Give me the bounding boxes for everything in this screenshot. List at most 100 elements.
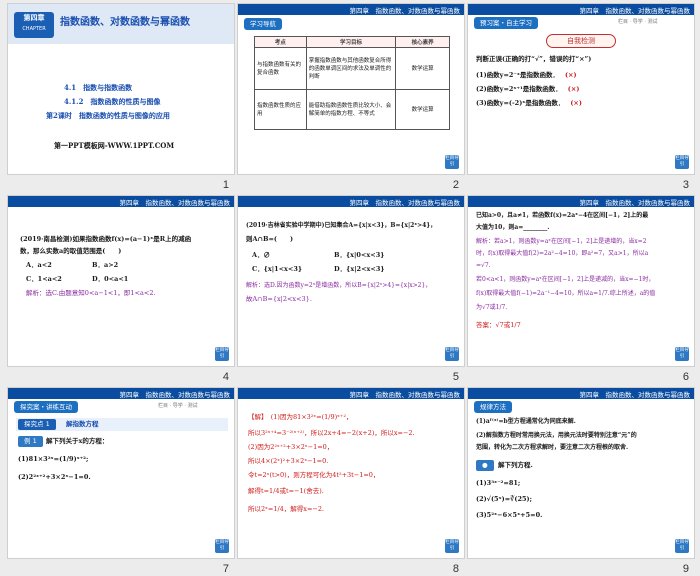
solution-line: 为√7或1/7.: [476, 304, 508, 311]
slide-thumbnail-9[interactable]: 第四章 指数函数、对数函数与幂函数 规律方法 (1)aᶠ⁽ˣ⁾=b型方程通常化为…: [467, 387, 695, 575]
problem-line-1: (2019·南昌检测)如果指数函数f(x)=(a−1)ˣ是R上的减函: [20, 235, 192, 243]
solution-line-2: 故A∩B={x|2<x<3}.: [246, 295, 312, 303]
section-tag: 探究案・讲练互动: [14, 401, 78, 413]
example-label: 例 1: [18, 436, 43, 447]
solution-line: 所以3²ˣ⁺⁴=3⁻²⁽ˣ⁺²⁾，所以2x+4=−2(x+2)，所以x=−2.: [248, 429, 415, 437]
solution-line: =√7.: [476, 262, 491, 269]
option-b: B．a>2: [92, 261, 119, 269]
option-a: A．a<2: [26, 261, 52, 269]
slide-header-bar: 第四章 指数函数、对数函数与幂函数: [468, 388, 694, 399]
list-item: (3)函数y=(-2)ˣ是指数函数． (×): [476, 98, 582, 109]
chapter-badge-cn: 第四章: [23, 14, 45, 22]
solution-text: 解析：选C.由题意知0<a−1<1，即1<a<2.: [26, 289, 156, 297]
item-text: (1)函数y=2⁻ˣ是指数函数．: [476, 71, 559, 79]
solution-line: 解析：若a>1，则函数y=aˣ在区间[−1，2]上是递增的，当x=2: [476, 238, 647, 245]
slide-thumbnail-5[interactable]: 第四章 指数函数、对数函数与幂函数 (2019·吉林省实验中学期中)已知集合A=…: [237, 195, 465, 383]
slide-number: 8: [452, 563, 459, 575]
slide-thumbnail-2[interactable]: 第四章 指数函数、对数函数与幂函数 学习导航 考点 学习目标 核心素养 与指数函…: [237, 3, 465, 191]
nav-corner-button[interactable]: 栏目导引: [215, 539, 229, 553]
slide-number: 3: [682, 179, 689, 191]
solution-line: f(x)取得最大值f(−1)=2a⁻¹−4=10，所以a=1/7.综上所述，a的…: [476, 290, 656, 297]
problem-line-2: 则A∩B=( ): [246, 235, 294, 243]
option-c: C．{x|1<x<3}: [252, 265, 303, 273]
option-b: B．{x|0<x<3}: [334, 251, 385, 259]
slide-thumbnail-7[interactable]: 第四章 指数函数、对数函数与幂函数 探究案・讲练互动 栏目 · 导学 · 测试 …: [7, 387, 235, 575]
slide-number: 7: [222, 563, 229, 575]
sub-nav: 栏目 · 导学 · 测试: [158, 403, 198, 409]
answer-line: 答案：√7或1/7: [476, 321, 521, 329]
chapter-badge: 第四章 CHAPTER: [14, 12, 54, 38]
nav-corner-button[interactable]: 栏目导引: [675, 155, 689, 169]
solution-line: 所以4×(2ˣ)²+3×2ˣ−1=0.: [248, 457, 329, 465]
slide-number: 1: [222, 179, 229, 191]
nav-corner-button[interactable]: 栏目导引: [675, 539, 689, 553]
slide-1[interactable]: 第四章 CHAPTER 指数函数、对数函数与幂函数 4.1 指数与指数函数 4.…: [7, 3, 235, 175]
self-check-badge: 自我检测: [546, 34, 616, 48]
problem-line-2: 数，那么实数a的取值范围是( ): [20, 247, 122, 255]
slide-3[interactable]: 第四章 指数函数、对数函数与幂函数 预习案・自主学习 栏目 · 导学 · 测试 …: [467, 3, 695, 175]
solution-line: 若0<a<1，则函数y=aˣ在区间[−1，2]上是递减的，当x=−1时，: [476, 276, 655, 283]
option-c: C．1<a<2: [26, 275, 62, 283]
slide-4[interactable]: 第四章 指数函数、对数函数与幂函数 (2019·南昌检测)如果指数函数f(x)=…: [7, 195, 235, 367]
slide-5[interactable]: 第四章 指数函数、对数函数与幂函数 (2019·吉林省实验中学期中)已知集合A=…: [237, 195, 465, 367]
slide-header-bar: 第四章 指数函数、对数函数与幂函数: [238, 4, 464, 15]
nav-corner-button[interactable]: 栏目导引: [445, 155, 459, 169]
nav-corner-button[interactable]: 栏目导引: [215, 347, 229, 361]
slide-header-bar: 第四章 指数函数、对数函数与幂函数: [8, 388, 234, 399]
table-header: 考点: [254, 36, 307, 48]
solution-line: 令t=2ˣ(t>0)，则方程可化为4t²+3t−1=0，: [248, 471, 380, 479]
slide-thumbnail-3[interactable]: 第四章 指数函数、对数函数与幂函数 预习案・自主学习 栏目 · 导学 · 测试 …: [467, 3, 695, 191]
nav-corner-button[interactable]: 栏目导引: [445, 539, 459, 553]
example-text: 解下列关于x的方程：: [46, 437, 109, 445]
problem-line-1: (2019·吉林省实验中学期中)已知集合A={x|x<3}，B={x|2ˣ>4}…: [246, 222, 437, 229]
item-text: (3)函数y=(-2)ˣ是指数函数．: [476, 99, 565, 107]
table-header: 核心素养: [395, 36, 450, 48]
header-title: 第四章 指数函数、对数函数与幂函数: [349, 391, 461, 399]
answer-mark: (×): [570, 99, 582, 107]
slide-2[interactable]: 第四章 指数函数、对数函数与幂函数 学习导航 考点 学习目标 核心素养 与指数函…: [237, 3, 465, 175]
slide-9[interactable]: 第四章 指数函数、对数函数与幂函数 规律方法 (1)aᶠ⁽ˣ⁾=b型方程通常化为…: [467, 387, 695, 559]
slide-thumbnail-8[interactable]: 第四章 指数函数、对数函数与幂函数 【解】 (1)因为81×3²ˣ=(1/9)ˣ…: [237, 387, 465, 575]
option-d: D．{x|2<x<3}: [334, 265, 385, 273]
header-title: 第四章 指数函数、对数函数与幂函数: [119, 391, 231, 399]
header-title: 第四章 指数函数、对数函数与幂函数: [349, 199, 461, 207]
problem-line: 已知a>0，且a≠1，若函数f(x)=2aˣ−4在区间[−1，2]上的最: [476, 212, 649, 219]
slide-thumbnail-6[interactable]: 第四章 指数函数、对数函数与幂函数 已知a>0，且a≠1，若函数f(x)=2aˣ…: [467, 195, 695, 383]
section-title: 解指数方程: [66, 420, 99, 428]
table-cell: 指数函数性质的应用: [254, 89, 307, 130]
slide-6[interactable]: 第四章 指数函数、对数函数与幂函数 已知a>0，且a≠1，若函数f(x)=2aˣ…: [467, 195, 695, 367]
nav-corner-button[interactable]: 栏目导引: [445, 347, 459, 361]
equation-2: (2)2²ˣ⁺²+3×2ˣ−1=0.: [18, 473, 91, 481]
slide-header-bar: 第四章 指数函数、对数函数与幂函数: [238, 388, 464, 399]
slide-header-bar: 第四章 指数函数、对数函数与幂函数: [8, 196, 234, 207]
slide-thumbnail-grid: 第四章 CHAPTER 指数函数、对数函数与幂函数 4.1 指数与指数函数 4.…: [0, 0, 700, 576]
table-cell: 数学运算: [395, 47, 450, 90]
practice-badge: ●: [476, 460, 494, 471]
objectives-table: 考点 学习目标 核心素养 与指数函数有关的复合函数 掌握指数函数与其他函数复合所…: [254, 36, 450, 130]
slide-header-bar: 第四章 指数函数、对数函数与幂函数: [238, 196, 464, 207]
slide-thumbnail-4[interactable]: 第四章 指数函数、对数函数与幂函数 (2019·南昌检测)如果指数函数f(x)=…: [7, 195, 235, 383]
table-cell: 与指数函数有关的复合函数: [254, 47, 307, 90]
header-title: 第四章 指数函数、对数函数与幂函数: [579, 391, 691, 399]
item-text: (2)函数y=2ˣ⁺¹是指数函数．: [476, 85, 562, 93]
option-d: D．0<a<1: [92, 275, 129, 283]
section-tag: 预习案・自主学习: [474, 17, 538, 29]
section-2: 4.1.2 指数函数的性质与图像: [64, 97, 161, 106]
slide-header-bar: 第四章 指数函数、对数函数与幂函数: [468, 196, 694, 207]
nav-corner-button[interactable]: 栏目导引: [675, 347, 689, 361]
header-title: 第四章 指数函数、对数函数与幂函数: [349, 7, 461, 15]
table-row: 与指数函数有关的复合函数 掌握指数函数与其他函数复合所得的函数单调区间的求法及单…: [254, 47, 450, 90]
chapter-title: 指数函数、对数函数与幂函数: [60, 17, 190, 28]
slide-7[interactable]: 第四章 指数函数、对数函数与幂函数 探究案・讲练互动 栏目 · 导学 · 测试 …: [7, 387, 235, 559]
practice-item: (3)5²ˣ−6×5ˣ+5=0.: [476, 511, 543, 519]
section-tag: 规律方法: [474, 401, 512, 413]
solution-line: 所以2ˣ=1/4，解得x=−2.: [248, 505, 325, 513]
solution-line: 【解】 (1)因为81×3²ˣ=(1/9)ˣ⁺²，: [248, 413, 353, 421]
footer-text: 第一PPT模板网-WWW.1PPT.COM: [54, 141, 175, 150]
question-title: 判断正误(正确的打“√”，错误的打“×”): [476, 55, 592, 63]
practice-title: 解下列方程.: [498, 461, 533, 469]
slide-8[interactable]: 第四章 指数函数、对数函数与幂函数 【解】 (1)因为81×3²ˣ=(1/9)ˣ…: [237, 387, 465, 559]
header-title: 第四章 指数函数、对数函数与幂函数: [579, 7, 691, 15]
slide-thumbnail-1[interactable]: 第四章 CHAPTER 指数函数、对数函数与幂函数 4.1 指数与指数函数 4.…: [7, 3, 235, 191]
table-cell: 掌握指数函数与其他函数复合所得的函数单调区间的求法及单调性的判断: [305, 47, 397, 90]
